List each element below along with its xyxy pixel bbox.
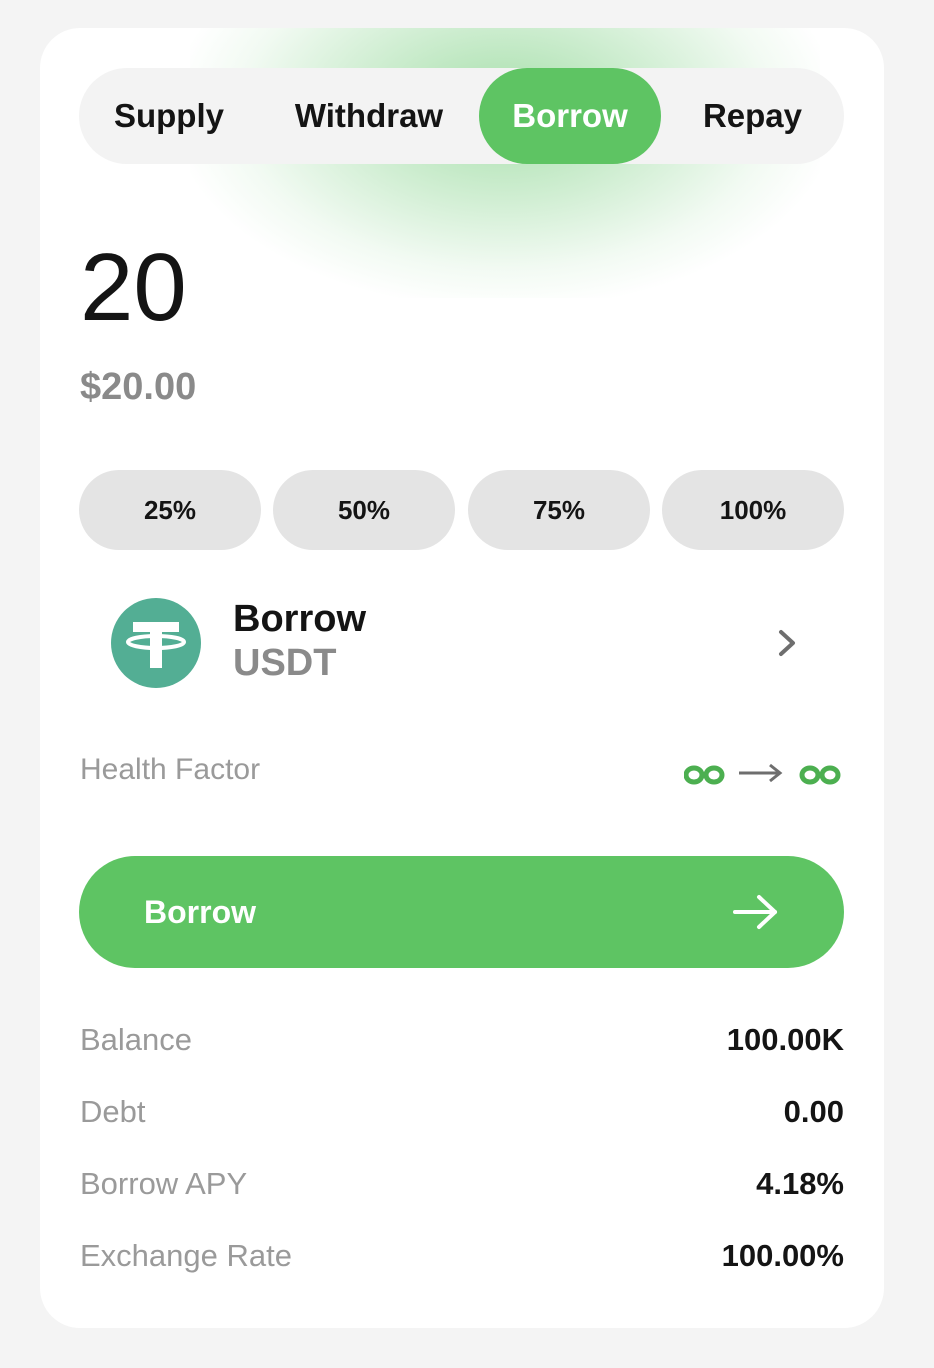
infinity-icon [684, 765, 725, 785]
tab-supply[interactable]: Supply [79, 68, 259, 164]
infinity-icon [799, 765, 841, 785]
health-factor-label: Health Factor [80, 753, 261, 786]
percent-50-button[interactable]: 50% [273, 470, 455, 550]
amount-usd-value: $20.00 [80, 366, 197, 408]
borrow-submit-label: Borrow [144, 894, 256, 930]
balance-label: Balance [80, 1022, 193, 1057]
tab-repay[interactable]: Repay [661, 68, 844, 164]
borrow-apy-value: 4.18% [756, 1166, 844, 1201]
borrow-apy-label: Borrow APY [80, 1166, 248, 1201]
balance-value: 100.00K [726, 1022, 844, 1057]
borrow-submit-button[interactable]: Borrow [79, 856, 844, 968]
tab-borrow[interactable]: Borrow [479, 68, 661, 164]
asset-action-label: Borrow [233, 598, 366, 640]
borrow-card: Supply Withdraw Borrow Repay 20 $20.00 2… [40, 28, 884, 1328]
arrow-right-icon [739, 763, 783, 783]
exchange-rate-value: 100.00% [721, 1238, 844, 1273]
percent-75-button[interactable]: 75% [468, 470, 650, 550]
health-factor-value [684, 763, 841, 785]
arrow-right-icon [733, 895, 777, 929]
debt-value: 0.00 [783, 1094, 844, 1129]
chevron-right-icon [779, 630, 795, 656]
tab-withdraw[interactable]: Withdraw [269, 68, 469, 164]
asset-selector[interactable]: Borrow USDT [80, 594, 845, 694]
percent-100-button[interactable]: 100% [662, 470, 844, 550]
action-tabs: Supply Withdraw Borrow Repay [79, 68, 844, 164]
asset-symbol: USDT [233, 642, 337, 684]
amount-input[interactable]: 20 [80, 233, 187, 343]
exchange-rate-label: Exchange Rate [80, 1238, 292, 1273]
debt-label: Debt [80, 1094, 146, 1129]
percent-25-button[interactable]: 25% [79, 470, 261, 550]
tether-icon [111, 598, 201, 688]
